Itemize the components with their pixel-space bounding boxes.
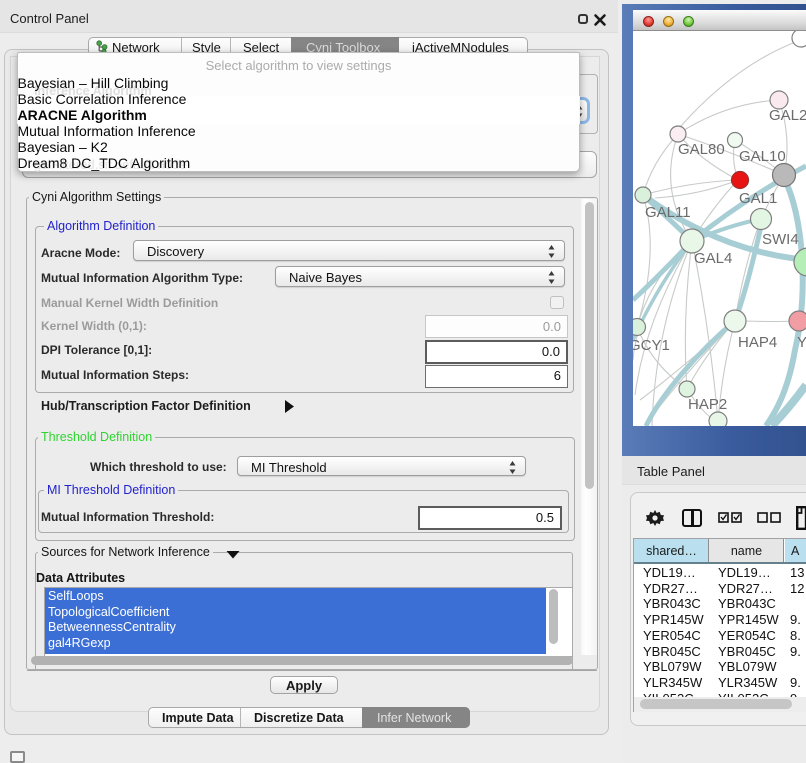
- svg-text:SWI4: SWI4: [762, 231, 799, 248]
- svg-text:HAP4: HAP4: [738, 334, 777, 351]
- svg-text:HAP2: HAP2: [688, 396, 727, 413]
- svg-text:GAL10: GAL10: [739, 148, 786, 165]
- svg-text:GAL1: GAL1: [739, 190, 777, 207]
- svg-text:GAL4: GAL4: [694, 250, 732, 267]
- svg-text:GAL11: GAL11: [645, 204, 691, 221]
- svg-text:GAL80: GAL80: [678, 141, 725, 158]
- svg-text:GAL2: GAL2: [769, 107, 806, 124]
- svg-text:YM: YM: [797, 334, 806, 351]
- svg-text:GCY1: GCY1: [633, 337, 670, 354]
